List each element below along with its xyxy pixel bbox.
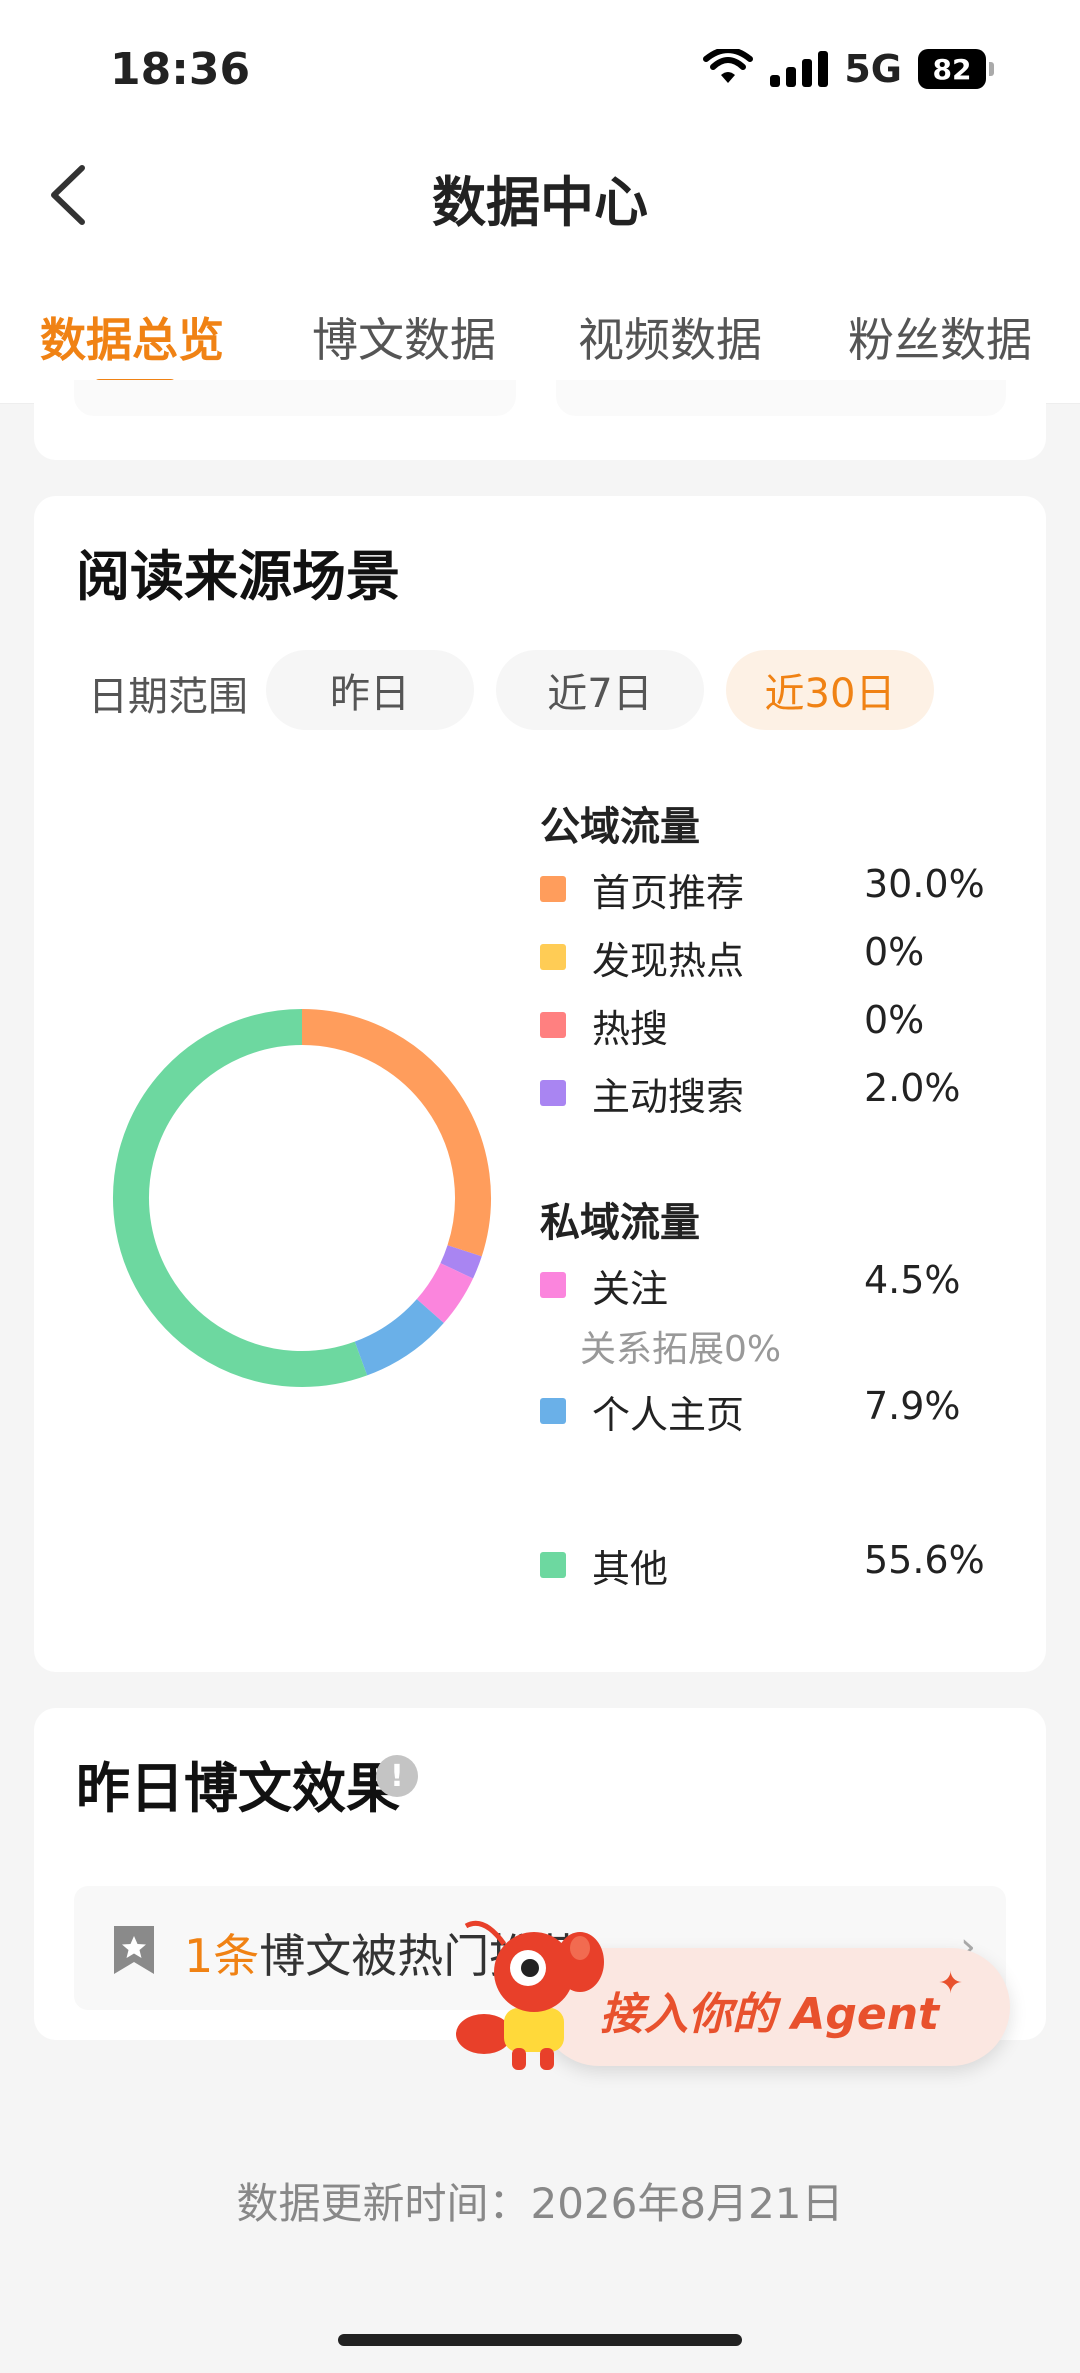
page-title: 数据中心: [432, 171, 648, 234]
legend-item-follow: 关注 4.5%: [540, 1258, 1010, 1311]
wifi-icon: [703, 49, 754, 83]
data-update-time: 数据更新时间：2026年8月21日: [236, 2179, 844, 2228]
legend-label: 个人主页: [592, 1393, 745, 1437]
legend-value: 4.5%: [864, 1258, 961, 1302]
legend-value: 55.6%: [864, 1538, 985, 1582]
donut-segment-2: [416, 1262, 474, 1323]
legend-swatch: [540, 876, 566, 902]
battery-level: 82: [918, 49, 986, 89]
status-icons: 5G 82: [702, 46, 994, 92]
info-icon[interactable]: !: [376, 1755, 418, 1797]
tab-video-data[interactable]: 视频数据: [578, 304, 762, 370]
read-source-card: 阅读来源场景 日期范围 昨日 近7日 近30日 公域流量 首页推荐 30.0% …: [34, 496, 1046, 1672]
source-donut-chart: [113, 1009, 491, 1387]
donut-segment-1: [440, 1245, 482, 1279]
legend-item-hot-search: 热搜 0%: [540, 998, 1010, 1051]
legend-label: 主动搜索: [592, 1075, 745, 1119]
legend-label: 关注: [592, 1267, 669, 1311]
legend-swatch: [540, 1398, 566, 1424]
legend-item-homepage-recommend: 首页推荐 30.0%: [540, 862, 1010, 915]
home-indicator: [338, 2334, 742, 2346]
legend-swatch: [540, 1080, 566, 1106]
legend-swatch: [540, 944, 566, 970]
post-effect-title: 昨日博文效果: [76, 1757, 400, 1820]
tab-post-data[interactable]: 博文数据: [312, 304, 496, 370]
legend-value: 2.0%: [864, 1066, 961, 1110]
legend-swatch: [540, 1012, 566, 1038]
legend-value: 0%: [864, 998, 925, 1042]
legend-value: 7.9%: [864, 1384, 961, 1428]
cellular-signal-icon: [770, 51, 829, 87]
legend-swatch: [540, 1272, 566, 1298]
legend-value: 0%: [864, 930, 925, 974]
tab-fans-data[interactable]: 粉丝数据: [848, 304, 1032, 370]
legend-label: 其他: [592, 1547, 669, 1591]
donut-segment-4: [113, 1009, 368, 1387]
legend-item-active-search: 主动搜索 2.0%: [540, 1066, 1010, 1119]
donut-segment-0: [301, 1009, 491, 1257]
lobster-mascot-icon[interactable]: [444, 1916, 614, 2076]
agent-banner-label[interactable]: 接入你的 Agent: [600, 1978, 939, 2042]
legend-item-other: 其他 55.6%: [540, 1538, 1010, 1591]
legend-swatch: [540, 1552, 566, 1578]
network-type: 5G: [844, 47, 902, 91]
date-chip-yesterday[interactable]: 昨日: [266, 650, 474, 730]
date-range-label: 日期范围: [88, 674, 248, 720]
status-time: 18:36: [110, 44, 251, 95]
bookmark-star-icon: [114, 1926, 154, 1974]
donut-segment-3: [354, 1298, 444, 1376]
legend-item-profile: 个人主页 7.9%: [540, 1384, 1010, 1437]
tab-overview[interactable]: 数据总览: [40, 304, 224, 370]
top-bar: 18:36 5G 82 数据中心 数据总览 博文数据 视频数据 粉丝数据: [0, 0, 1080, 404]
legend-label: 首页推荐: [592, 871, 745, 915]
legend-label: 热搜: [592, 1007, 669, 1051]
relationship-expansion-note: 关系拓展0%: [580, 1329, 782, 1370]
date-chip-7-days[interactable]: 近7日: [496, 650, 704, 730]
battery-icon: 82: [918, 49, 994, 89]
public-traffic-header: 公域流量: [540, 804, 700, 850]
previous-card-bottom: [34, 380, 1046, 460]
legend-label: 发现热点: [592, 939, 745, 983]
legend-item-discover-hot: 发现热点 0%: [540, 930, 1010, 983]
read-source-title: 阅读来源场景: [76, 545, 400, 608]
private-traffic-header: 私域流量: [540, 1200, 700, 1246]
legend-value: 30.0%: [864, 862, 985, 906]
sparkle-icon: ✦: [938, 1966, 964, 2001]
date-chip-30-days[interactable]: 近30日: [726, 650, 934, 730]
status-bar: 18:36 5G 82: [0, 0, 1080, 140]
